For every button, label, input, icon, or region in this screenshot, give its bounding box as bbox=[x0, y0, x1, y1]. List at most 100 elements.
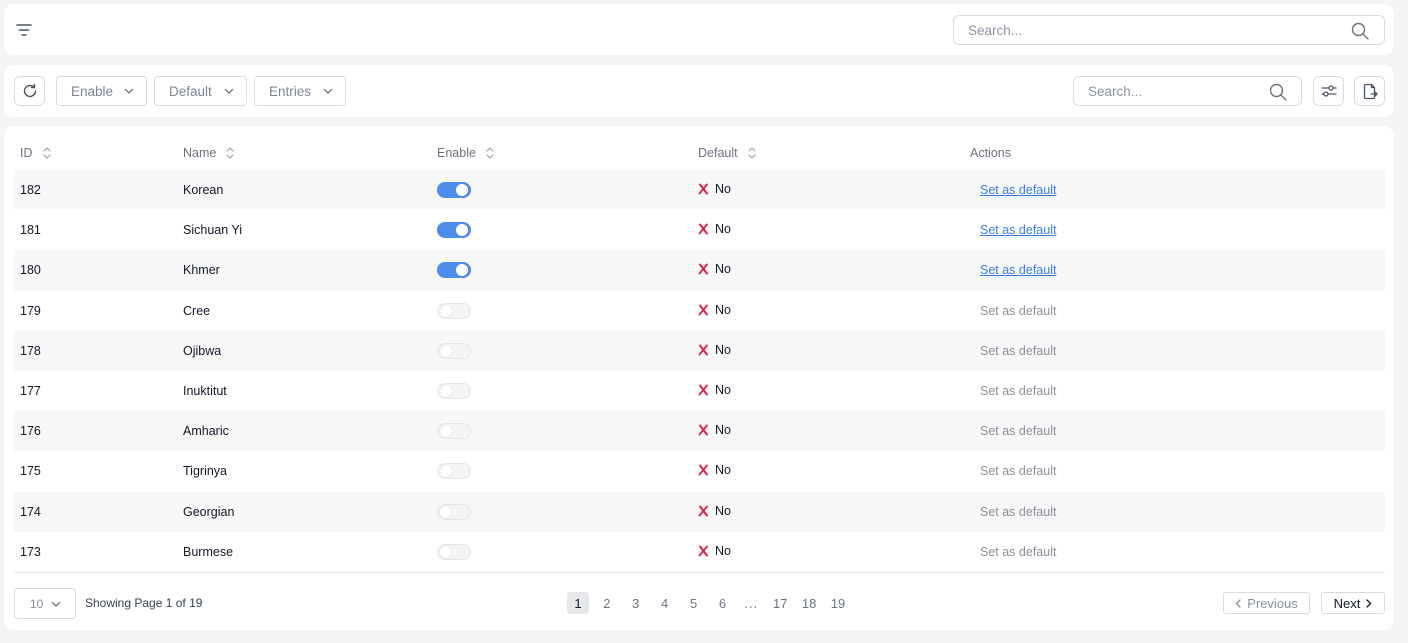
refresh-button[interactable] bbox=[14, 76, 45, 106]
column-header-id[interactable]: ID bbox=[14, 136, 177, 170]
export-file-icon bbox=[1363, 83, 1378, 99]
filter-menu-button[interactable] bbox=[14, 21, 34, 39]
set-as-default-button: Set as default bbox=[980, 384, 1057, 399]
cell-enable bbox=[431, 250, 692, 291]
default-filter-dropdown[interactable]: Default bbox=[154, 76, 247, 106]
cell-name: Cree bbox=[183, 303, 211, 318]
enable-toggle[interactable] bbox=[437, 262, 471, 279]
cell-actions: Set as default bbox=[964, 451, 1385, 491]
pagination-ellipsis: ... bbox=[744, 595, 759, 611]
default-value: No bbox=[715, 262, 731, 277]
search-icon bbox=[1269, 83, 1287, 101]
top-bar bbox=[4, 4, 1394, 55]
cell-id: 179 bbox=[20, 303, 41, 318]
table-row: 179 Cree No Set as default bbox=[14, 291, 1385, 331]
page-button[interactable]: 18 bbox=[798, 592, 820, 614]
global-search-input[interactable] bbox=[968, 22, 1301, 38]
search-icon bbox=[1351, 22, 1369, 40]
default-value: No bbox=[715, 222, 731, 237]
enable-toggle[interactable] bbox=[437, 423, 471, 440]
column-header-default[interactable]: Default bbox=[692, 136, 964, 170]
column-header-name[interactable]: Name bbox=[177, 136, 431, 170]
toggle-knob bbox=[440, 545, 452, 558]
toggle-knob bbox=[456, 224, 468, 237]
page-button[interactable]: 1 bbox=[567, 592, 589, 614]
chevron-down-icon bbox=[51, 601, 61, 607]
set-as-default-button: Set as default bbox=[980, 464, 1057, 479]
cell-actions: Set as default bbox=[964, 491, 1385, 532]
column-settings-button[interactable] bbox=[1313, 76, 1344, 106]
page-button[interactable]: 2 bbox=[596, 592, 618, 614]
cell-actions: Set as default bbox=[964, 250, 1385, 291]
toggle-knob bbox=[440, 385, 452, 398]
next-page-button[interactable]: Next bbox=[1321, 592, 1385, 614]
set-as-default-button: Set as default bbox=[980, 303, 1057, 318]
page-button[interactable]: 3 bbox=[625, 592, 647, 614]
set-as-default-button: Set as default bbox=[980, 544, 1057, 559]
languages-table: ID Name Enable Default Actions 182 Korean… bbox=[14, 136, 1385, 572]
x-mark-icon bbox=[698, 424, 708, 436]
column-header-enable[interactable]: Enable bbox=[431, 136, 692, 170]
chevron-down-icon bbox=[124, 88, 134, 94]
set-as-default-button[interactable]: Set as default bbox=[970, 223, 1056, 237]
table-row: 176 Amharic No Set as default bbox=[14, 411, 1385, 452]
rows-per-page-select[interactable]: 10 bbox=[14, 588, 76, 619]
set-as-default-button: Set as default bbox=[980, 343, 1057, 358]
cell-default: No bbox=[692, 532, 964, 572]
cell-id: 182 bbox=[14, 170, 177, 211]
table-search[interactable] bbox=[1073, 76, 1302, 106]
enable-toggle[interactable] bbox=[437, 463, 471, 480]
default-value: No bbox=[715, 423, 731, 438]
table-row: 173 Burmese No Set as default bbox=[14, 532, 1385, 572]
cell-enable bbox=[431, 170, 692, 211]
page-button[interactable]: 6 bbox=[711, 592, 733, 614]
toggle-knob bbox=[440, 344, 452, 357]
enable-toggle[interactable] bbox=[437, 302, 471, 319]
table-body: 182 Korean No Set as default 181 Sichuan Yi No… bbox=[14, 170, 1385, 572]
enable-toggle[interactable] bbox=[437, 342, 471, 359]
set-as-default-button[interactable]: Set as default bbox=[970, 263, 1056, 277]
cell-default: No bbox=[692, 291, 964, 331]
x-mark-icon bbox=[698, 464, 708, 476]
table-search-input[interactable] bbox=[1088, 83, 1238, 99]
default-value: No bbox=[715, 463, 731, 478]
sort-icon bbox=[42, 147, 51, 159]
cell-default: No bbox=[692, 170, 964, 211]
page-button[interactable]: 17 bbox=[769, 592, 791, 614]
page-button[interactable]: 4 bbox=[654, 592, 676, 614]
enable-toggle[interactable] bbox=[437, 543, 471, 560]
set-as-default-button[interactable]: Set as default bbox=[970, 183, 1056, 197]
cell-name: Georgian bbox=[177, 491, 431, 532]
table-row: 178 Ojibwa No Set as default bbox=[14, 330, 1385, 371]
page-button[interactable]: 5 bbox=[683, 592, 705, 614]
cell-default: No bbox=[692, 371, 964, 411]
table-row: 182 Korean No Set as default bbox=[14, 170, 1385, 211]
enable-toggle[interactable] bbox=[437, 222, 471, 239]
toggle-knob bbox=[440, 505, 452, 518]
cell-name: Korean bbox=[177, 170, 431, 211]
cell-actions: Set as default bbox=[964, 330, 1385, 371]
cell-id: 177 bbox=[20, 384, 41, 399]
cell-default: No bbox=[692, 330, 964, 371]
cell-actions: Set as default bbox=[964, 210, 1385, 250]
cell-name: Khmer bbox=[177, 250, 431, 291]
x-mark-icon bbox=[698, 263, 708, 275]
cell-name: Burmese bbox=[183, 544, 234, 559]
entries-filter-dropdown[interactable]: Entries bbox=[254, 76, 346, 106]
cell-id: 176 bbox=[14, 411, 177, 452]
cell-id: 173 bbox=[20, 544, 41, 559]
global-search[interactable] bbox=[953, 15, 1385, 45]
cell-id: 180 bbox=[14, 250, 177, 291]
enable-toggle[interactable] bbox=[437, 182, 471, 199]
cell-enable bbox=[431, 532, 692, 572]
table-row: 180 Khmer No Set as default bbox=[14, 250, 1385, 291]
enable-toggle[interactable] bbox=[437, 503, 471, 520]
page-button[interactable]: 19 bbox=[827, 592, 849, 614]
export-button[interactable] bbox=[1354, 76, 1385, 106]
enable-filter-dropdown[interactable]: Enable bbox=[56, 76, 147, 106]
cell-default: No bbox=[692, 210, 964, 250]
previous-page-button[interactable]: Previous bbox=[1223, 592, 1310, 614]
previous-page-label: Previous bbox=[1247, 595, 1298, 611]
toggle-knob bbox=[456, 264, 468, 277]
enable-toggle[interactable] bbox=[437, 383, 471, 400]
